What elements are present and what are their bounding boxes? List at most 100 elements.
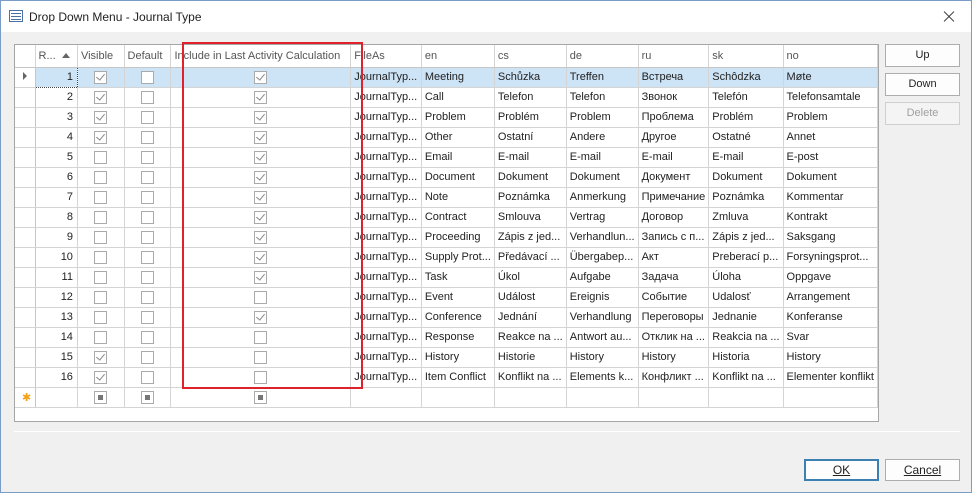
table-row[interactable]: 14 JournalTyp... Response Reakce na ... Antw…	[15, 327, 878, 348]
en-cell[interactable]: Note	[421, 187, 495, 208]
rank-cell[interactable]: 12	[35, 287, 78, 308]
fileas-cell[interactable]: JournalTyp...	[350, 327, 422, 348]
rank-cell[interactable]: 6	[35, 167, 78, 188]
include-checkbox[interactable]	[254, 110, 268, 124]
fileas-cell[interactable]: JournalTyp...	[350, 207, 422, 228]
row-indicator[interactable]	[15, 187, 36, 208]
en-cell[interactable]: Call	[421, 87, 495, 108]
de-cell[interactable]: Elements k...	[566, 367, 639, 388]
row-indicator[interactable]	[15, 287, 36, 308]
table-row[interactable]: 6 JournalTyp... Document Dokument Dokument До…	[15, 167, 878, 188]
cs-cell[interactable]: Smlouva	[494, 207, 567, 228]
table-row[interactable]: 10 JournalTyp... Supply Prot... Předávací .…	[15, 247, 878, 268]
row-indicator[interactable]	[15, 367, 36, 388]
no-cell[interactable]: Kontrakt	[783, 207, 878, 228]
visible-checkbox[interactable]	[94, 70, 108, 84]
visible-checkbox[interactable]	[94, 370, 108, 384]
en-cell[interactable]: Document	[421, 167, 495, 188]
ru-cell[interactable]: Запись с п...	[638, 227, 710, 248]
sk-cell[interactable]: Schôdzka	[708, 67, 784, 88]
column-header-ru[interactable]: ru	[638, 45, 710, 68]
cs-cell[interactable]: Úkol	[494, 267, 567, 288]
de-cell[interactable]: Ereignis	[566, 287, 639, 308]
fileas-cell[interactable]: JournalTyp...	[350, 187, 422, 208]
row-indicator[interactable]	[15, 147, 36, 168]
include-checkbox[interactable]	[254, 90, 268, 104]
delete-button[interactable]: Delete	[885, 102, 960, 125]
fileas-cell[interactable]: JournalTyp...	[350, 287, 422, 308]
default-checkbox[interactable]	[141, 150, 154, 164]
visible-checkbox[interactable]	[94, 150, 108, 164]
table-row[interactable]: 2 JournalTyp... Call Telefon Telefon Звонок Te…	[15, 87, 878, 108]
row-indicator[interactable]	[15, 227, 36, 248]
de-cell[interactable]: E-mail	[566, 147, 639, 168]
default-checkbox[interactable]	[141, 330, 154, 344]
no-cell[interactable]: Annet	[783, 127, 878, 148]
cs-cell[interactable]: Zápis z jed...	[494, 227, 567, 248]
empty-cell[interactable]	[708, 387, 784, 408]
de-cell[interactable]: Verhandlung	[566, 307, 639, 328]
rank-cell[interactable]: 8	[35, 207, 78, 228]
en-cell[interactable]: Item Conflict	[421, 367, 495, 388]
ru-cell[interactable]: Договор	[638, 207, 710, 228]
default-checkbox[interactable]	[141, 170, 154, 184]
include-checkbox[interactable]	[254, 350, 268, 364]
cs-cell[interactable]: Poznámka	[494, 187, 567, 208]
fileas-cell[interactable]: JournalTyp...	[350, 367, 422, 388]
sk-cell[interactable]: Dokument	[708, 167, 784, 188]
cs-cell[interactable]: Událost	[494, 287, 567, 308]
column-header-no[interactable]: no	[783, 45, 878, 68]
cs-cell[interactable]: Reakce na ...	[494, 327, 567, 348]
rank-cell[interactable]: 2	[35, 87, 78, 108]
de-cell[interactable]: Übergabep...	[566, 247, 639, 268]
fileas-cell[interactable]: JournalTyp...	[350, 147, 422, 168]
en-cell[interactable]: Proceeding	[421, 227, 495, 248]
default-checkbox[interactable]	[141, 290, 154, 304]
sk-cell[interactable]: Poznámka	[708, 187, 784, 208]
no-cell[interactable]: Svar	[783, 327, 878, 348]
visible-checkbox[interactable]	[94, 390, 108, 404]
rank-cell[interactable]: 15	[35, 347, 78, 368]
sk-cell[interactable]: Telefón	[708, 87, 784, 108]
cs-cell[interactable]: Telefon	[494, 87, 567, 108]
no-cell[interactable]: Arrangement	[783, 287, 878, 308]
sk-cell[interactable]: Ostatné	[708, 127, 784, 148]
en-cell[interactable]: Conference	[421, 307, 495, 328]
include-checkbox[interactable]	[254, 130, 268, 144]
de-cell[interactable]: Antwort au...	[566, 327, 639, 348]
rank-cell[interactable]: 9	[35, 227, 78, 248]
sk-cell[interactable]: Zápis z jed...	[708, 227, 784, 248]
include-checkbox[interactable]	[254, 190, 268, 204]
table-row[interactable]: 7 JournalTyp... Note Poznámka Anmerkung Приме…	[15, 187, 878, 208]
rank-cell[interactable]: 1	[34, 66, 78, 88]
column-header-en[interactable]: en	[421, 45, 495, 68]
rank-cell[interactable]: 11	[35, 267, 78, 288]
include-checkbox[interactable]	[254, 370, 268, 384]
table-row[interactable]: 11 JournalTyp... Task Úkol Aufgabe Задача Úloh…	[15, 267, 878, 288]
fileas-cell[interactable]: JournalTyp...	[350, 167, 422, 188]
ru-cell[interactable]: Звонок	[638, 87, 710, 108]
visible-checkbox[interactable]	[94, 230, 108, 244]
de-cell[interactable]: Andere	[566, 127, 639, 148]
visible-checkbox[interactable]	[94, 110, 108, 124]
sk-cell[interactable]: Zmluva	[708, 207, 784, 228]
column-header-sk[interactable]: sk	[708, 45, 784, 68]
column-header-cs[interactable]: cs	[494, 45, 567, 68]
visible-checkbox[interactable]	[94, 210, 108, 224]
column-header-default[interactable]: Default	[124, 45, 172, 68]
table-row[interactable]: 16 JournalTyp... Item Conflict Konflikt na …	[15, 367, 878, 388]
default-checkbox[interactable]	[141, 270, 154, 284]
no-cell[interactable]: Elementer konflikt	[783, 367, 878, 388]
ru-cell[interactable]: Задача	[638, 267, 710, 288]
column-header-rank[interactable]: R...	[35, 45, 78, 68]
visible-checkbox[interactable]	[94, 90, 108, 104]
visible-checkbox[interactable]	[94, 190, 108, 204]
cs-cell[interactable]: Jednání	[494, 307, 567, 328]
column-header-visible[interactable]: Visible	[77, 45, 125, 68]
de-cell[interactable]: Problem	[566, 107, 639, 128]
include-checkbox[interactable]	[254, 150, 268, 164]
fileas-cell[interactable]: JournalTyp...	[350, 247, 422, 268]
sk-cell[interactable]: Reakcia na ...	[708, 327, 784, 348]
include-checkbox[interactable]	[254, 210, 268, 224]
include-checkbox[interactable]	[254, 390, 268, 404]
